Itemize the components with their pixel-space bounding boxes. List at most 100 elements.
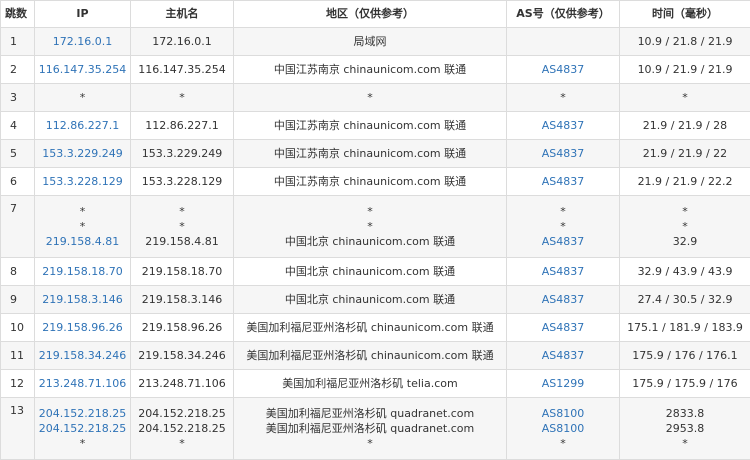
as-number-value[interactable]: AS4837 — [507, 264, 619, 279]
hop-number: 5 — [1, 140, 35, 168]
latency-value: 175.1 / 181.9 / 183.9 — [620, 320, 750, 335]
table-row: 7**219.158.4.81**219.158.4.81**中国北京 chin… — [1, 196, 750, 258]
ip-value[interactable]: 219.158.18.70 — [35, 264, 130, 279]
as-number-value[interactable]: AS4837 — [507, 62, 619, 77]
hostname-cell: 112.86.227.1 — [131, 112, 234, 140]
as-number-cell: AS4837 — [507, 56, 620, 84]
hostname-value: 204.152.218.25 — [131, 421, 233, 436]
region-cell: 中国江苏南京 chinaunicom.com 联通 — [234, 56, 507, 84]
hostname-cell: 172.16.0.1 — [131, 28, 234, 56]
as-number-cell: AS4837 — [507, 286, 620, 314]
latency-cell: 10.9 / 21.9 / 21.9 — [620, 56, 750, 84]
ip-value[interactable]: 204.152.218.25 — [35, 421, 130, 436]
region-value: 局域网 — [234, 34, 506, 49]
hop-number: 10 — [1, 314, 35, 342]
header-hop: 跳数 — [1, 1, 35, 28]
hostname-value: 219.158.96.26 — [131, 320, 233, 335]
latency-value: 10.9 / 21.9 / 21.9 — [620, 62, 750, 77]
hostname-value: 116.147.35.254 — [131, 62, 233, 77]
as-number-cell: AS4837 — [507, 168, 620, 196]
latency-cell: **32.9 — [620, 196, 750, 258]
as-number-value[interactable]: AS4837 — [507, 320, 619, 335]
ip-value[interactable]: 219.158.34.246 — [35, 348, 130, 363]
as-number-value: * — [507, 90, 619, 105]
hop-number: 7 — [1, 196, 35, 258]
ip-value[interactable]: 116.147.35.254 — [35, 62, 130, 77]
latency-value: 175.9 / 176 / 176.1 — [620, 348, 750, 363]
table-row: 11219.158.34.246219.158.34.246美国加利福尼亚州洛杉… — [1, 342, 750, 370]
as-number-value[interactable]: AS1299 — [507, 376, 619, 391]
latency-value: 2953.8 — [620, 421, 750, 436]
latency-value: 32.9 / 43.9 / 43.9 — [620, 264, 750, 279]
hop-number: 13 — [1, 398, 35, 460]
as-number-value[interactable]: AS4837 — [507, 234, 619, 249]
hop-number: 2 — [1, 56, 35, 84]
latency-cell: 21.9 / 21.9 / 22.2 — [620, 168, 750, 196]
region-value: * — [234, 219, 506, 234]
hostname-value: 219.158.4.81 — [131, 234, 233, 249]
ip-cell: 219.158.34.246 — [35, 342, 131, 370]
hostname-value: 112.86.227.1 — [131, 118, 233, 133]
region-cell: 局域网 — [234, 28, 507, 56]
ip-cell: 219.158.3.146 — [35, 286, 131, 314]
region-value: 中国江苏南京 chinaunicom.com 联通 — [234, 62, 506, 77]
ip-value[interactable]: 219.158.96.26 — [35, 320, 130, 335]
header-region: 地区（仅供参考） — [234, 1, 507, 28]
region-value: 美国加利福尼亚州洛杉矶 telia.com — [234, 376, 506, 391]
ip-value[interactable]: 112.86.227.1 — [35, 118, 130, 133]
ip-value[interactable]: 213.248.71.106 — [35, 376, 130, 391]
latency-cell: 27.4 / 30.5 / 32.9 — [620, 286, 750, 314]
table-row: 2116.147.35.254116.147.35.254中国江苏南京 chin… — [1, 56, 750, 84]
table-row: 4112.86.227.1112.86.227.1中国江苏南京 chinauni… — [1, 112, 750, 140]
as-number-cell: AS4837 — [507, 140, 620, 168]
hostname-cell: 204.152.218.25204.152.218.25* — [131, 398, 234, 460]
table-row: 3***** — [1, 84, 750, 112]
latency-value: 27.4 / 30.5 / 32.9 — [620, 292, 750, 307]
latency-cell: 175.9 / 175.9 / 176 — [620, 370, 750, 398]
region-value: 中国北京 chinaunicom.com 联通 — [234, 292, 506, 307]
latency-value: * — [620, 90, 750, 105]
ip-value: * — [35, 90, 130, 105]
as-number-cell — [507, 28, 620, 56]
as-number-value[interactable]: AS8100 — [507, 421, 619, 436]
ip-value: * — [35, 219, 130, 234]
ip-cell: 153.3.229.249 — [35, 140, 131, 168]
hostname-value: 204.152.218.25 — [131, 406, 233, 421]
region-value: 中国北京 chinaunicom.com 联通 — [234, 234, 506, 249]
hostname-cell: 219.158.34.246 — [131, 342, 234, 370]
latency-value: * — [620, 219, 750, 234]
ip-value[interactable]: 172.16.0.1 — [35, 34, 130, 49]
ip-value[interactable]: 219.158.3.146 — [35, 292, 130, 307]
region-cell: 美国加利福尼亚州洛杉矶 telia.com — [234, 370, 507, 398]
ip-cell: 172.16.0.1 — [35, 28, 131, 56]
ip-value[interactable]: 204.152.218.25 — [35, 406, 130, 421]
table-row: 9219.158.3.146219.158.3.146中国北京 chinauni… — [1, 286, 750, 314]
region-value: 美国加利福尼亚州洛杉矶 quadranet.com — [234, 421, 506, 436]
hop-number: 8 — [1, 258, 35, 286]
ip-value[interactable]: 153.3.228.129 — [35, 174, 130, 189]
ip-value[interactable]: 153.3.229.249 — [35, 146, 130, 161]
as-number-value[interactable]: AS4837 — [507, 174, 619, 189]
region-cell: 美国加利福尼亚州洛杉矶 chinaunicom.com 联通 — [234, 314, 507, 342]
as-number-value[interactable]: AS4837 — [507, 146, 619, 161]
latency-value: 32.9 — [620, 234, 750, 249]
ip-cell: 219.158.96.26 — [35, 314, 131, 342]
as-number-value[interactable]: AS4837 — [507, 292, 619, 307]
region-cell: 美国加利福尼亚州洛杉矶 chinaunicom.com 联通 — [234, 342, 507, 370]
region-value: 美国加利福尼亚州洛杉矶 chinaunicom.com 联通 — [234, 348, 506, 363]
ip-cell: **219.158.4.81 — [35, 196, 131, 258]
latency-value: * — [620, 204, 750, 219]
region-value: 美国加利福尼亚州洛杉矶 quadranet.com — [234, 406, 506, 421]
table-body: 1172.16.0.1172.16.0.1局域网10.9 / 21.8 / 21… — [1, 28, 750, 460]
as-number-value[interactable]: AS4837 — [507, 348, 619, 363]
hostname-value: * — [131, 219, 233, 234]
latency-cell: 175.1 / 181.9 / 183.9 — [620, 314, 750, 342]
hostname-cell: 116.147.35.254 — [131, 56, 234, 84]
as-number-value[interactable]: AS8100 — [507, 406, 619, 421]
as-number-value[interactable]: AS4837 — [507, 118, 619, 133]
hostname-cell: 219.158.18.70 — [131, 258, 234, 286]
ip-cell: 116.147.35.254 — [35, 56, 131, 84]
ip-value[interactable]: 219.158.4.81 — [35, 234, 130, 249]
latency-value: 21.9 / 21.9 / 22 — [620, 146, 750, 161]
hostname-cell: 153.3.229.249 — [131, 140, 234, 168]
